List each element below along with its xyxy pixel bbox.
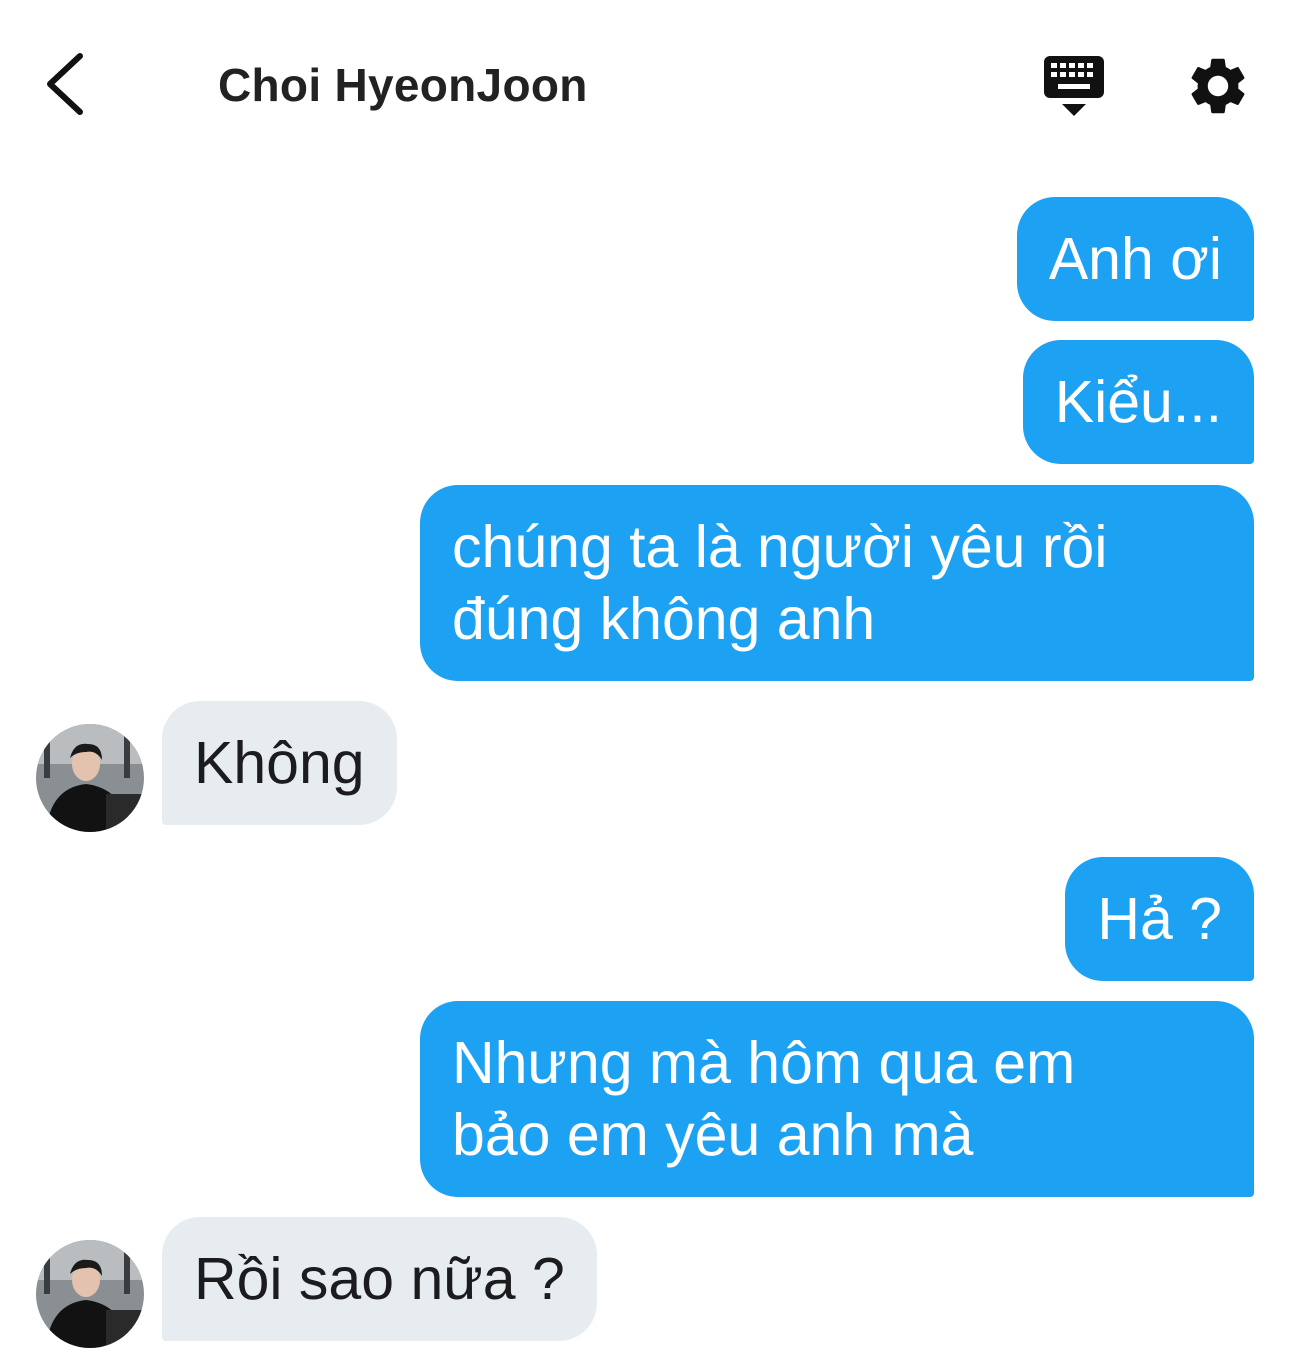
contact-name[interactable]: Choi HyeonJoon <box>218 58 588 112</box>
received-message[interactable]: Rồi sao nữa ? <box>162 1217 597 1341</box>
message-text: Không <box>194 730 365 796</box>
sent-message[interactable]: Anh ơi <box>1016 197 1254 321</box>
message-text: Rồi sao nữa ? <box>194 1246 565 1312</box>
keyboard-button[interactable] <box>1040 54 1108 118</box>
back-button[interactable] <box>36 48 100 120</box>
back-icon <box>47 53 83 115</box>
message-text-line: đúng không anh <box>452 586 876 652</box>
avatar-photo-icon <box>36 1240 144 1348</box>
message-text: Hả ? <box>1097 886 1222 952</box>
avatar-photo-icon <box>36 724 144 832</box>
received-message[interactable]: Không <box>162 701 397 825</box>
sent-message[interactable]: Hả ? <box>1065 857 1254 981</box>
keyboard-icon <box>1044 56 1104 116</box>
message-text: Kiểu... <box>1054 369 1222 435</box>
message-text-line: Nhưng mà hôm qua em <box>452 1030 1076 1096</box>
message-text-line: bảo em yêu anh mà <box>452 1102 974 1168</box>
settings-button[interactable] <box>1184 52 1252 120</box>
sent-message[interactable]: chúng ta là người yêu rồi đúng không anh <box>420 485 1254 681</box>
message-text: Anh ơi <box>1048 226 1222 292</box>
sent-message[interactable]: Kiểu... <box>1022 340 1254 464</box>
contact-avatar[interactable] <box>36 1240 144 1348</box>
sent-message[interactable]: Nhưng mà hôm qua em bảo em yêu anh mà <box>420 1001 1254 1197</box>
chat-header: Choi HyeonJoon <box>0 0 1290 170</box>
message-text-line: chúng ta là người yêu rồi <box>452 514 1108 580</box>
contact-avatar[interactable] <box>36 724 144 832</box>
gear-icon <box>1191 58 1245 114</box>
